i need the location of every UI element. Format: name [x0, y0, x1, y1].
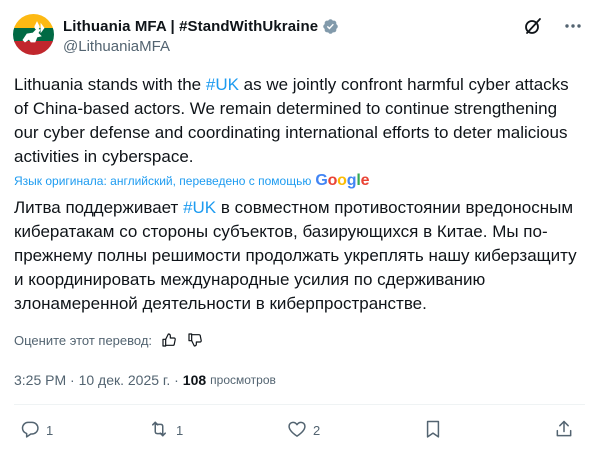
author-name-line: Lithuania MFA | #StandWithUkraine: [63, 16, 339, 36]
reply-button[interactable]: 1: [20, 418, 53, 442]
lithuania-flag-avatar: [13, 14, 54, 55]
share-button[interactable]: [554, 418, 574, 442]
bookmark-icon: [423, 419, 443, 442]
tweet-action-bar: 1 1 2: [14, 418, 586, 442]
like-icon: [287, 419, 307, 442]
hashtag-link[interactable]: #UK: [183, 198, 216, 217]
repost-button[interactable]: 1: [148, 418, 183, 442]
views-label: просмотров: [210, 373, 276, 387]
tweet-text-ru-part: Литва поддерживает: [14, 198, 184, 217]
repost-count: 1: [176, 422, 184, 438]
verified-badge-icon: [322, 18, 339, 35]
translation-note-text: Язык оригинала: английский, переведено с…: [14, 174, 312, 188]
translation-attribution[interactable]: Язык оригинала: английский, переведено с…: [14, 172, 369, 190]
thumbs-up-icon[interactable]: [160, 331, 178, 349]
tweet-header-actions: [523, 16, 583, 36]
more-options-icon[interactable]: [563, 16, 583, 36]
avatar[interactable]: [13, 14, 54, 55]
reply-icon: [20, 419, 40, 442]
like-button[interactable]: 2: [287, 418, 320, 442]
like-count: 2: [313, 422, 321, 438]
thumbs-down-icon[interactable]: [186, 331, 204, 349]
reply-count: 1: [46, 422, 54, 438]
share-icon: [554, 419, 574, 442]
tweet-meta: 3:25 PM · 10 дек. 2025 г. · 108 просмотр…: [14, 370, 276, 390]
google-logo: Google: [315, 172, 370, 189]
hashtag-link[interactable]: #UK: [206, 75, 239, 94]
rate-translation-row: Оцените этот перевод:: [14, 330, 204, 350]
handle[interactable]: @LithuaniaMFA: [63, 38, 170, 55]
tweet-text-original: Lithuania stands with the #UK as we join…: [14, 73, 584, 169]
tweet-text-translated: Литва поддерживает #UK в совместном прот…: [14, 196, 589, 316]
grok-icon[interactable]: [523, 16, 543, 36]
bookmark-button[interactable]: [423, 418, 443, 442]
tweet-text-en-part: Lithuania stands with the: [14, 75, 206, 94]
display-name[interactable]: Lithuania MFA | #StandWithUkraine: [63, 18, 318, 35]
views-count: 108: [182, 372, 207, 388]
timestamp[interactable]: 3:25 PM · 10 дек. 2025 г. ·: [14, 372, 179, 388]
divider: [14, 404, 585, 405]
rate-translation-label: Оцените этот перевод:: [14, 332, 153, 348]
tweet-card: Lithuania MFA | #StandWithUkraine @Lithu…: [0, 0, 599, 456]
repost-icon: [148, 419, 170, 442]
